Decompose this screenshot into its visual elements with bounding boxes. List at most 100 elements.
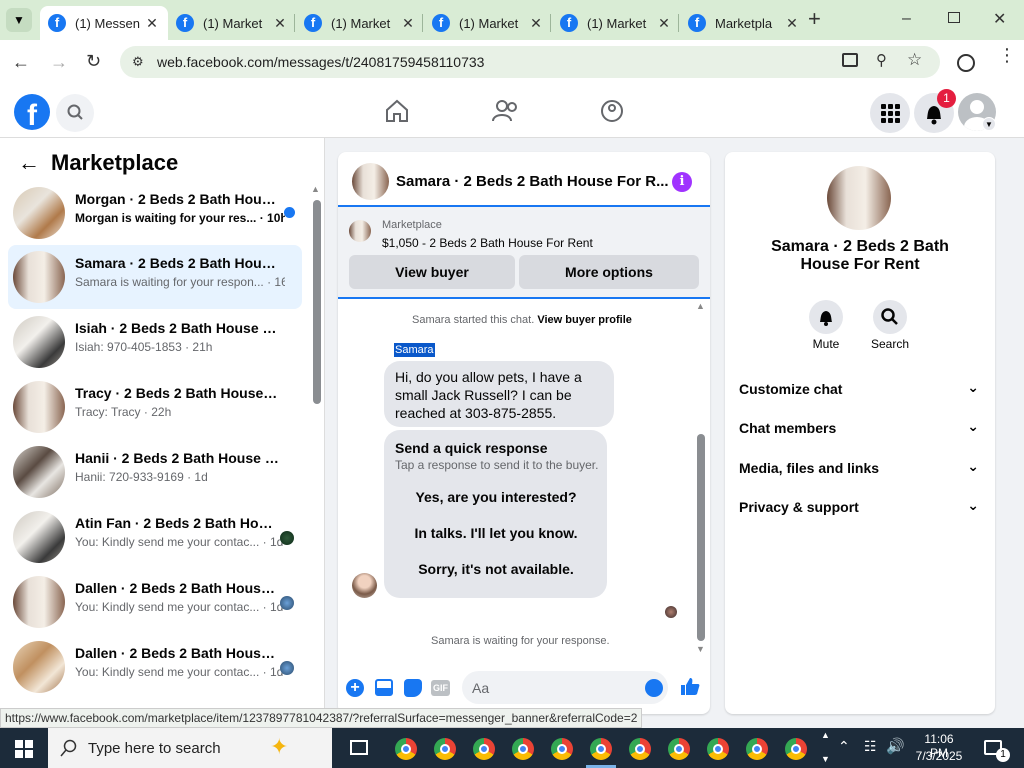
taskbar-date[interactable]: 7/3/2025 — [914, 749, 964, 763]
search-button[interactable] — [873, 300, 907, 334]
privacy-support-section[interactable]: Privacy & support ⌄ — [739, 497, 983, 521]
back-icon[interactable]: ← — [12, 52, 30, 73]
chat-members-section[interactable]: Chat members ⌄ — [739, 418, 983, 442]
show-hidden-icons[interactable]: ⌃ — [838, 738, 850, 755]
chrome-taskbar-icon[interactable] — [629, 738, 651, 760]
profile-icon[interactable] — [957, 54, 975, 72]
conversation-item[interactable]: Atin Fan · 2 Beds 2 Bath House For Rent … — [8, 505, 302, 569]
new-tab-button[interactable]: + — [808, 8, 821, 30]
more-options-button[interactable]: More options — [519, 255, 699, 289]
scrollbar-thumb[interactable] — [313, 200, 321, 404]
like-icon[interactable] — [680, 676, 700, 696]
conversation-preview: You: Kindly send me your contac... · 1d — [75, 600, 284, 614]
site-info-icon[interactable]: ⚙ — [132, 54, 144, 70]
quick-response-button[interactable]: Yes, are you interested? — [399, 484, 593, 510]
chrome-taskbar-icon[interactable] — [512, 738, 534, 760]
info-icon[interactable]: i — [672, 172, 692, 192]
friends-icon[interactable] — [492, 98, 520, 129]
browser-tab-bar: ▼ f (1) Messen ✕ f (1) Market ✕ f (1) Ma… — [0, 0, 1024, 40]
emoji-icon[interactable] — [645, 679, 663, 697]
chrome-taskbar-icon[interactable] — [395, 738, 417, 760]
listing-title[interactable]: $1,050 - 2 Beds 2 Bath House For Rent — [382, 236, 593, 250]
forward-icon[interactable]: → — [50, 52, 68, 73]
tab-label: (1) Market — [587, 15, 647, 31]
conversation-item[interactable]: Samara · 2 Beds 2 Bath House For Rent Sa… — [8, 245, 302, 309]
listing-avatar[interactable] — [827, 166, 891, 230]
customize-chat-section[interactable]: Customize chat ⌄ — [739, 379, 983, 403]
chrome-taskbar-icon[interactable] — [707, 738, 729, 760]
view-buyer-profile-link[interactable]: View buyer profile — [537, 314, 632, 326]
browser-tab[interactable]: f (1) Market ✕ — [552, 6, 680, 40]
close-icon[interactable]: ✕ — [400, 15, 416, 32]
quick-response-button[interactable]: Sorry, it's not available. — [399, 556, 593, 582]
taskbar-search-box[interactable]: Type here to search ✦ — [48, 728, 332, 768]
chrome-taskbar-icon[interactable] — [551, 738, 573, 760]
media-files-section[interactable]: Media, files and links ⌄ — [739, 458, 983, 482]
conversation-item[interactable]: Isiah · 2 Beds 2 Bath House For Rent Isi… — [8, 310, 302, 374]
reload-icon[interactable]: ↻ — [86, 51, 101, 72]
task-view-icon[interactable] — [350, 740, 368, 755]
sticker-icon[interactable] — [404, 679, 422, 697]
close-icon[interactable]: ✕ — [784, 15, 800, 32]
zoom-icon[interactable]: ⚲ — [876, 51, 887, 69]
restore-button[interactable] — [948, 12, 960, 23]
scrollbar-thumb[interactable] — [697, 434, 705, 641]
close-icon[interactable]: ✕ — [656, 15, 672, 32]
account-chevron-icon[interactable]: ▼ — [982, 117, 996, 131]
quick-response-button[interactable]: In talks. I'll let you know. — [399, 520, 593, 546]
close-icon[interactable]: ✕ — [528, 15, 544, 32]
scroll-down-arrow[interactable]: ▼ — [696, 644, 705, 654]
chrome-taskbar-icon[interactable] — [434, 738, 456, 760]
conversation-title: Dallen · 2 Beds 2 Bath House For Rent — [75, 580, 280, 596]
message-input[interactable]: Aa — [462, 671, 668, 704]
view-buyer-button[interactable]: View buyer — [349, 255, 515, 289]
conversation-item[interactable]: Dallen · 2 Beds 2 Bath House For Rent Yo… — [8, 635, 302, 699]
conversation-item[interactable]: Tracy · 2 Beds 2 Bath House For Rent Tra… — [8, 375, 302, 439]
bookmark-star-icon[interactable]: ☆ — [907, 50, 922, 70]
browser-tab[interactable]: f (1) Market ✕ — [424, 6, 552, 40]
close-window-button[interactable]: ✕ — [993, 9, 1006, 29]
search-icon — [67, 104, 83, 120]
browser-tab[interactable]: f (1) Market ✕ — [168, 6, 296, 40]
scroll-up-arrow[interactable]: ▲ — [311, 184, 320, 194]
conversation-item[interactable]: Dallen · 2 Beds 2 Bath House For Rent Yo… — [8, 570, 302, 634]
network-icon[interactable]: ☷ — [864, 738, 877, 755]
chrome-taskbar-icon[interactable] — [473, 738, 495, 760]
windows-start-icon[interactable] — [15, 740, 33, 758]
install-app-icon[interactable] — [842, 53, 858, 67]
chrome-taskbar-icon[interactable] — [590, 738, 612, 760]
back-arrow-icon[interactable]: ← — [18, 150, 40, 176]
conversation-item[interactable]: Hanii · 2 Beds 2 Bath House For Rent Han… — [8, 440, 302, 504]
photo-icon[interactable] — [375, 679, 393, 696]
search-button[interactable] — [56, 94, 94, 132]
url-field[interactable]: ⚙ web.facebook.com/messages/t/2408175945… — [120, 46, 940, 78]
menu-kebab-icon[interactable]: ⋮ — [998, 46, 1016, 64]
chrome-taskbar-icon[interactable] — [668, 738, 690, 760]
details-title: Samara · 2 Beds 2 Bath House For Rent — [771, 238, 949, 273]
menu-grid-button[interactable] — [870, 93, 910, 133]
close-icon[interactable]: ✕ — [144, 15, 160, 32]
mute-button[interactable] — [809, 300, 843, 334]
taskbar-scroll-up[interactable]: ▲ — [821, 730, 830, 740]
chrome-taskbar-icon[interactable] — [785, 738, 807, 760]
tab-search-dropdown[interactable]: ▼ — [6, 8, 32, 32]
minimize-button[interactable]: – — [902, 10, 911, 28]
chrome-taskbar-icon[interactable] — [746, 738, 768, 760]
close-icon[interactable]: ✕ — [272, 15, 288, 32]
chat-header-thumbnail[interactable] — [352, 163, 389, 200]
chat-header-title[interactable]: Samara · 2 Beds 2 Bath House For R... — [396, 173, 669, 190]
buyer-avatar[interactable] — [352, 573, 377, 598]
browser-tab[interactable]: f Marketpla ✕ — [680, 6, 808, 40]
scroll-up-arrow[interactable]: ▲ — [696, 301, 705, 311]
section-label: Chat members — [739, 420, 837, 436]
home-icon[interactable] — [384, 98, 410, 129]
taskbar-scroll-down[interactable]: ▼ — [821, 754, 830, 764]
gif-icon[interactable]: GIF — [431, 680, 450, 696]
facebook-logo[interactable]: f — [14, 94, 50, 130]
add-icon[interactable]: + — [346, 679, 364, 697]
browser-tab[interactable]: f (1) Market ✕ — [296, 6, 424, 40]
groups-icon[interactable] — [599, 98, 625, 129]
browser-tab[interactable]: f (1) Messen ✕ — [40, 6, 168, 40]
conversation-item[interactable]: Morgan · 2 Beds 2 Bath House For Rent Mo… — [8, 181, 302, 245]
volume-icon[interactable]: 🔊 — [886, 737, 905, 755]
